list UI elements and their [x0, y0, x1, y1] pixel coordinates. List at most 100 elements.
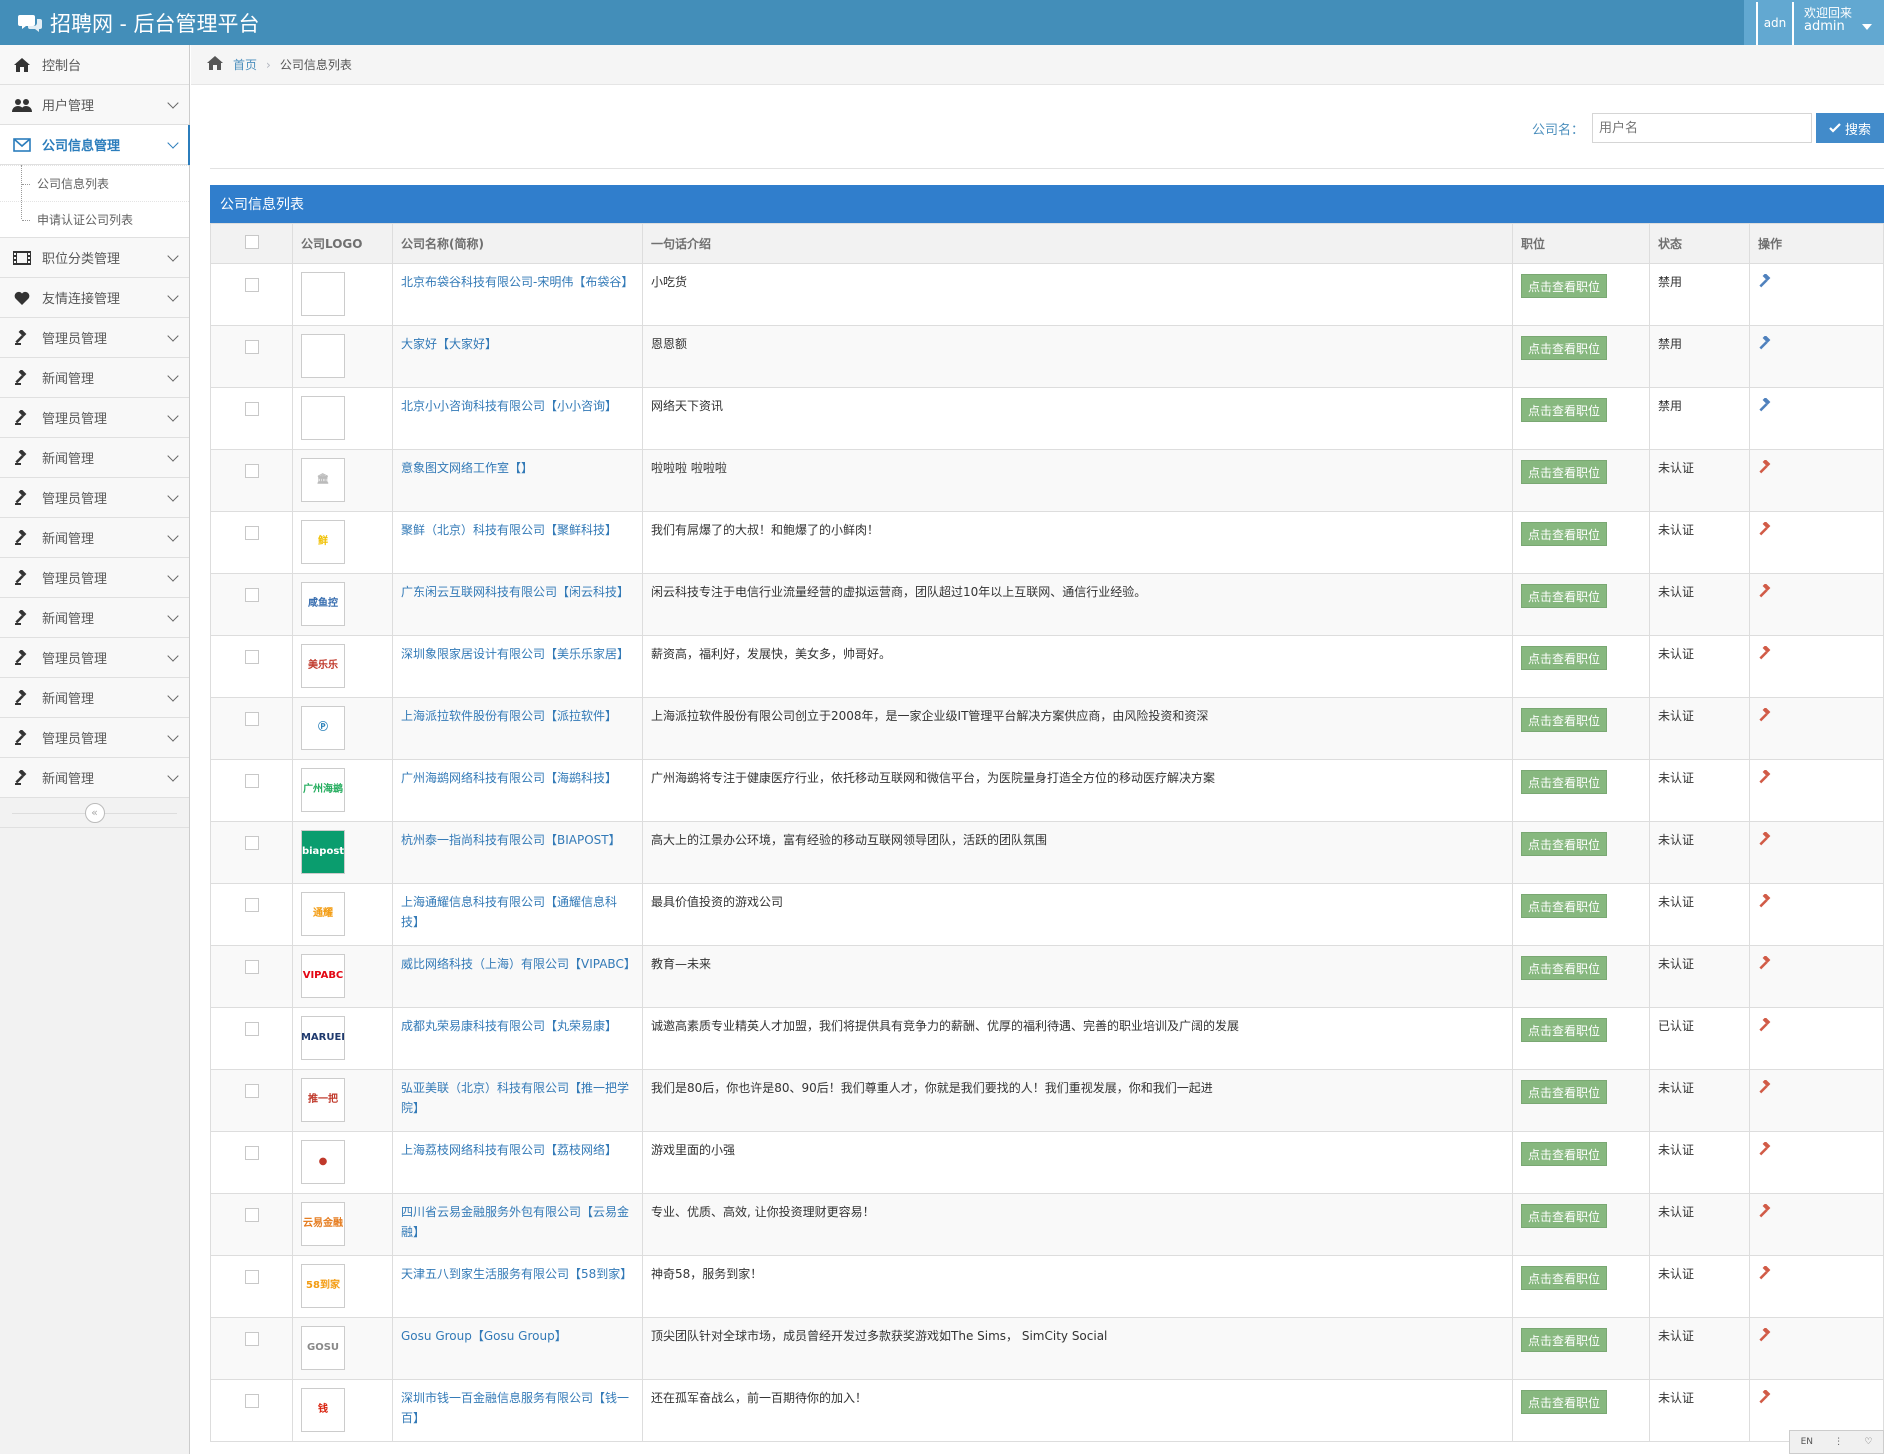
row-checkbox[interactable] — [245, 960, 259, 974]
gavel-icon[interactable] — [1758, 521, 1774, 541]
sidebar-item-2[interactable]: 管理员管理 — [0, 318, 189, 358]
company-name-link[interactable]: 深圳市钱一百金融信息服务有限公司【钱一百】 — [401, 1391, 629, 1425]
row-checkbox[interactable] — [245, 1084, 259, 1098]
company-name-link[interactable]: 四川省云易金融服务外包有限公司【云易金融】 — [401, 1205, 629, 1239]
sidebar-item-users[interactable]: 用户管理 — [0, 85, 189, 125]
view-jobs-button[interactable]: 点击查看职位 — [1521, 460, 1608, 484]
gavel-icon[interactable] — [1758, 707, 1774, 727]
company-name-link[interactable]: 天津五八到家生活服务有限公司【58到家】 — [401, 1267, 632, 1281]
gavel-icon[interactable] — [1758, 459, 1774, 479]
view-jobs-button[interactable]: 点击查看职位 — [1521, 832, 1608, 856]
sidebar-item-dashboard[interactable]: 控制台 — [0, 45, 189, 85]
view-jobs-button[interactable]: 点击查看职位 — [1521, 584, 1608, 608]
gavel-icon[interactable] — [1758, 769, 1774, 789]
language-toggle[interactable]: EN — [1801, 1437, 1813, 1447]
sidebar-subitem-company-list[interactable]: 公司信息列表 — [0, 165, 189, 201]
gavel-icon[interactable] — [1758, 397, 1774, 417]
company-name-link[interactable]: 北京小小咨询科技有限公司【小小咨询】 — [401, 399, 617, 413]
sidebar-item-5[interactable]: 新闻管理 — [0, 438, 189, 478]
gavel-icon[interactable] — [1758, 1203, 1774, 1223]
view-jobs-button[interactable]: 点击查看职位 — [1521, 522, 1608, 546]
company-name-link[interactable]: 上海通耀信息科技有限公司【通耀信息科技】 — [401, 895, 617, 929]
gavel-icon[interactable] — [1758, 955, 1774, 975]
view-jobs-button[interactable]: 点击查看职位 — [1521, 1266, 1608, 1290]
user-menu[interactable]: adn 欢迎回来 admin — [1744, 0, 1884, 66]
gavel-icon[interactable] — [1758, 831, 1774, 851]
view-jobs-button[interactable]: 点击查看职位 — [1521, 1328, 1608, 1352]
row-checkbox[interactable] — [245, 774, 259, 788]
search-button[interactable]: 搜索 — [1816, 113, 1884, 143]
sidebar-item-1[interactable]: 友情连接管理 — [0, 278, 189, 318]
row-checkbox[interactable] — [245, 588, 259, 602]
sidebar-subitem-certify-list[interactable]: 申请认证公司列表 — [0, 201, 189, 237]
gavel-icon[interactable] — [1758, 1141, 1774, 1161]
company-name-link[interactable]: 成都丸荣易康科技有限公司【丸荣易康】 — [401, 1019, 617, 1033]
view-jobs-button[interactable]: 点击查看职位 — [1521, 708, 1608, 732]
company-name-link[interactable]: 深圳象限家居设计有限公司【美乐乐家居】 — [401, 647, 629, 661]
gavel-icon[interactable] — [1758, 645, 1774, 665]
sidebar-item-4[interactable]: 管理员管理 — [0, 398, 189, 438]
breadcrumb-home-link[interactable]: 首页 — [233, 56, 257, 73]
sidebar-item-10[interactable]: 管理员管理 — [0, 638, 189, 678]
sidebar-item-3[interactable]: 新闻管理 — [0, 358, 189, 398]
search-input[interactable] — [1592, 113, 1812, 143]
gavel-icon[interactable] — [1758, 1265, 1774, 1285]
row-checkbox[interactable] — [245, 402, 259, 416]
row-checkbox[interactable] — [245, 836, 259, 850]
view-jobs-button[interactable]: 点击查看职位 — [1521, 956, 1608, 980]
gavel-icon[interactable] — [1758, 1079, 1774, 1099]
company-name-link[interactable]: 广州海鹚网络科技有限公司【海鹚科技】 — [401, 771, 617, 785]
row-checkbox[interactable] — [245, 464, 259, 478]
gavel-icon[interactable] — [1758, 335, 1774, 355]
gavel-icon[interactable] — [1758, 1017, 1774, 1037]
view-jobs-button[interactable]: 点击查看职位 — [1521, 398, 1608, 422]
row-checkbox[interactable] — [245, 340, 259, 354]
sidebar-item-12[interactable]: 管理员管理 — [0, 718, 189, 758]
company-name-link[interactable]: 上海派拉软件股份有限公司【派拉软件】 — [401, 709, 617, 723]
row-checkbox[interactable] — [245, 1022, 259, 1036]
view-jobs-button[interactable]: 点击查看职位 — [1521, 894, 1608, 918]
company-name-link[interactable]: 杭州泰一指尚科技有限公司【BIAPOST】 — [401, 833, 621, 847]
row-checkbox[interactable] — [245, 278, 259, 292]
view-jobs-button[interactable]: 点击查看职位 — [1521, 274, 1608, 298]
view-jobs-button[interactable]: 点击查看职位 — [1521, 1142, 1608, 1166]
sidebar-item-8[interactable]: 管理员管理 — [0, 558, 189, 598]
home-icon[interactable] — [207, 56, 223, 73]
view-jobs-button[interactable]: 点击查看职位 — [1521, 1204, 1608, 1228]
row-checkbox[interactable] — [245, 526, 259, 540]
sidebar-item-6[interactable]: 管理员管理 — [0, 478, 189, 518]
gavel-icon[interactable] — [1758, 583, 1774, 603]
row-checkbox[interactable] — [245, 1270, 259, 1284]
company-name-link[interactable]: Gosu Group【Gosu Group】 — [401, 1329, 567, 1343]
view-jobs-button[interactable]: 点击查看职位 — [1521, 336, 1608, 360]
row-checkbox[interactable] — [245, 1146, 259, 1160]
sidebar-item-0[interactable]: 职位分类管理 — [0, 238, 189, 278]
collapse-icon[interactable]: « — [84, 802, 105, 823]
sidebar-item-11[interactable]: 新闻管理 — [0, 678, 189, 718]
company-name-link[interactable]: 上海荔枝网络科技有限公司【荔枝网络】 — [401, 1143, 617, 1157]
company-name-link[interactable]: 北京布袋谷科技有限公司-宋明伟【布袋谷】 — [401, 275, 633, 289]
sidebar-item-13[interactable]: 新闻管理 — [0, 758, 189, 798]
row-checkbox[interactable] — [245, 650, 259, 664]
sidebar-item-company[interactable]: 公司信息管理 — [0, 125, 190, 165]
view-jobs-button[interactable]: 点击查看职位 — [1521, 1080, 1608, 1104]
gavel-icon[interactable] — [1758, 273, 1774, 293]
sidebar-item-7[interactable]: 新闻管理 — [0, 518, 189, 558]
company-name-link[interactable]: 广东闲云互联网科技有限公司【闲云科技】 — [401, 585, 629, 599]
gavel-icon[interactable] — [1758, 893, 1774, 913]
sidebar-item-9[interactable]: 新闻管理 — [0, 598, 189, 638]
view-jobs-button[interactable]: 点击查看职位 — [1521, 770, 1608, 794]
row-checkbox[interactable] — [245, 1208, 259, 1222]
heart-icon[interactable]: ♡ — [1864, 1437, 1872, 1447]
gavel-icon[interactable] — [1758, 1389, 1774, 1409]
row-checkbox[interactable] — [245, 1332, 259, 1346]
company-name-link[interactable]: 聚鲜（北京）科技有限公司【聚鲜科技】 — [401, 523, 617, 537]
row-checkbox[interactable] — [245, 712, 259, 726]
view-jobs-button[interactable]: 点击查看职位 — [1521, 1018, 1608, 1042]
select-all-checkbox[interactable] — [245, 235, 259, 249]
app-brand[interactable]: 招聘网 - 后台管理平台 — [18, 0, 259, 45]
company-name-link[interactable]: 弘亚美联（北京）科技有限公司【推一把学院】 — [401, 1081, 629, 1115]
company-name-link[interactable]: 威比网络科技（上海）有限公司【VIPABC】 — [401, 957, 636, 971]
row-checkbox[interactable] — [245, 898, 259, 912]
company-name-link[interactable]: 意象图文网络工作室【】 — [401, 461, 533, 475]
